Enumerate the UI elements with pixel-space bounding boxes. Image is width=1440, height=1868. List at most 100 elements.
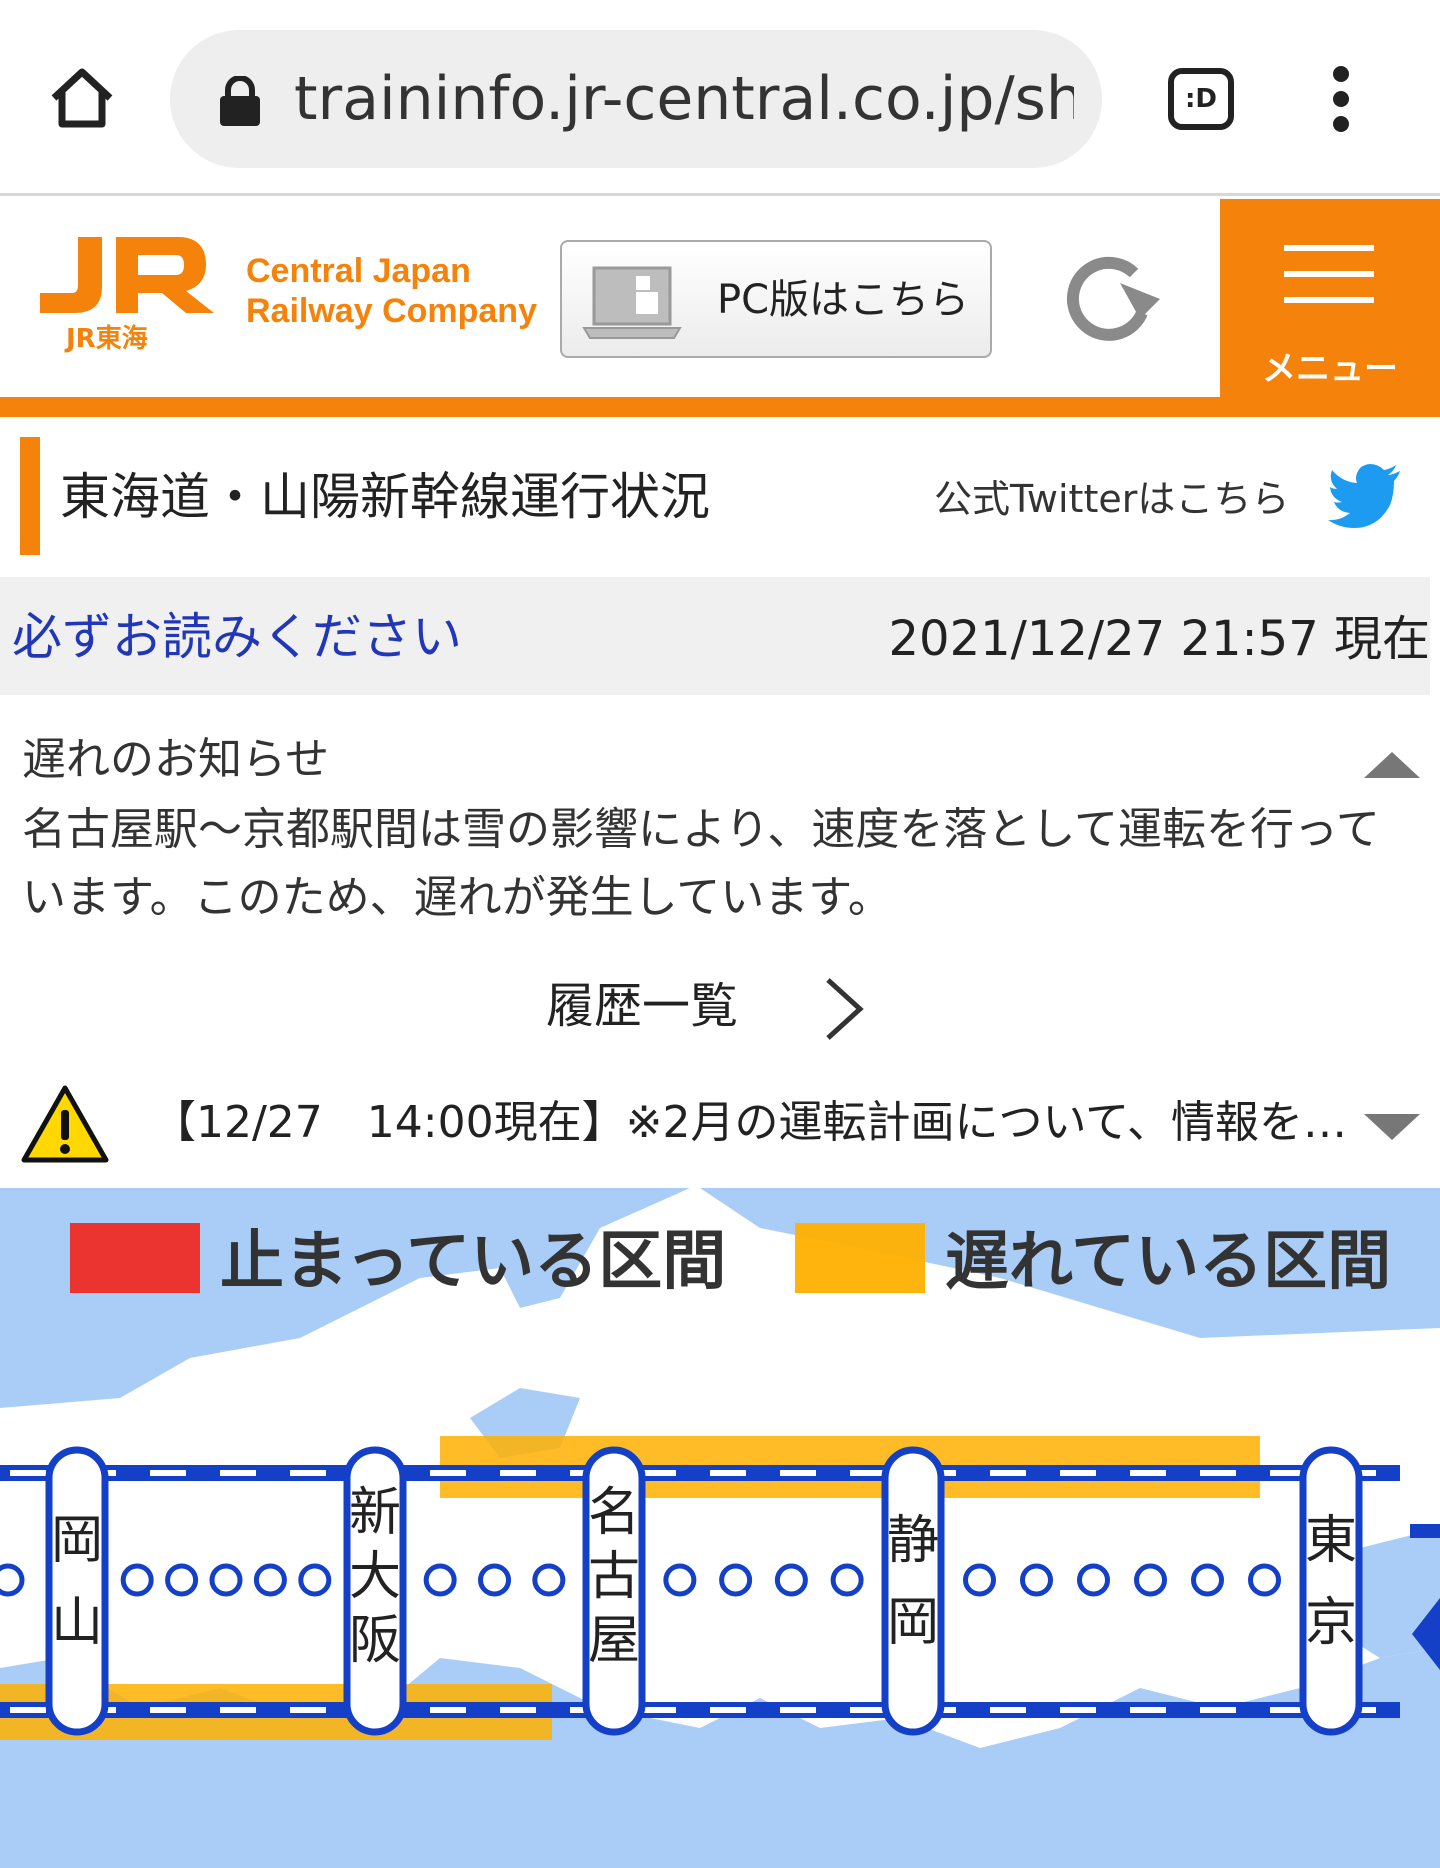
intermediate-stop bbox=[830, 1563, 864, 1597]
twitter-link[interactable]: 公式Twitterはこちら bbox=[934, 471, 1289, 527]
intermediate-stop bbox=[1248, 1563, 1281, 1597]
site-header: JR東海 Central Japan Railway Company PC版はこ… bbox=[0, 199, 1440, 417]
twitter-bird-icon[interactable] bbox=[1328, 463, 1402, 529]
track-dash bbox=[290, 1470, 326, 1476]
intermediate-stop bbox=[963, 1563, 996, 1597]
station-name-char: 古 bbox=[588, 1547, 640, 1607]
station-name-char: 屋 bbox=[588, 1611, 640, 1671]
lock-icon bbox=[220, 76, 260, 126]
must-read-link[interactable]: 必ずお読みください bbox=[12, 607, 462, 667]
station-marker bbox=[1299, 1446, 1363, 1736]
track-dash bbox=[640, 1707, 676, 1713]
update-timestamp: 2021/12/27 21:57 現在 bbox=[888, 611, 1430, 667]
pc-version-button[interactable]: PC版はこちら bbox=[560, 240, 992, 358]
track-dash bbox=[430, 1707, 466, 1713]
station-3: 名古屋 bbox=[582, 1446, 646, 1736]
delay-notice-title: 遅れのお知らせ bbox=[22, 734, 330, 785]
track-extension bbox=[1410, 1524, 1440, 1538]
station-name-char: 山 bbox=[51, 1593, 103, 1653]
track-dash bbox=[710, 1470, 746, 1476]
track-dash bbox=[990, 1707, 1026, 1713]
reload-icon[interactable] bbox=[1058, 253, 1162, 347]
track-dash bbox=[1060, 1470, 1096, 1476]
title-accent-bar bbox=[20, 437, 40, 555]
company-name: Central Japan Railway Company bbox=[246, 251, 537, 331]
station-name-char: 東 bbox=[1305, 1511, 1357, 1571]
station-name-char: 阪 bbox=[349, 1611, 401, 1671]
tab-switcher-button[interactable]: :D bbox=[1168, 68, 1234, 130]
home-icon[interactable] bbox=[46, 62, 118, 134]
track-dash bbox=[850, 1470, 886, 1476]
station-name-char: 大 bbox=[349, 1547, 401, 1607]
route-map-svg: 止まっている区間 遅れている区間 岡山新大阪名古屋静岡東京 bbox=[0, 1188, 1440, 1868]
company-name-line1: Central Japan bbox=[246, 252, 471, 290]
url-text[interactable]: traininfo.jr-central.co.jp/shinkansen/sp… bbox=[294, 60, 1074, 138]
jr-logo-icon: JR東海 bbox=[40, 237, 214, 354]
track-dash bbox=[290, 1707, 326, 1713]
legend-swatch bbox=[70, 1223, 200, 1293]
intermediate-stop bbox=[209, 1563, 243, 1597]
track-lower bbox=[0, 1702, 1400, 1718]
menu-button[interactable]: メニュー bbox=[1220, 199, 1440, 397]
intermediate-stop bbox=[1134, 1563, 1167, 1597]
track-dash bbox=[10, 1470, 46, 1476]
alert-row[interactable]: 【12/27 14:00現在】※2月の運転計画について、情報を… bbox=[0, 1076, 1440, 1176]
track-dash bbox=[430, 1470, 466, 1476]
menu-label: メニュー bbox=[1262, 349, 1398, 389]
legend-label: 遅れている区間 bbox=[945, 1225, 1391, 1299]
track-upper bbox=[0, 1465, 1400, 1481]
track-dash bbox=[850, 1707, 886, 1713]
intermediate-stop bbox=[663, 1563, 697, 1597]
intermediate-stop bbox=[0, 1563, 25, 1597]
track-dash bbox=[1060, 1707, 1096, 1713]
intermediate-stop bbox=[120, 1563, 154, 1597]
track-dash bbox=[780, 1470, 816, 1476]
intermediate-stop bbox=[165, 1563, 199, 1597]
collapse-triangle-icon[interactable] bbox=[1364, 750, 1420, 780]
expand-triangle-icon[interactable] bbox=[1364, 1112, 1420, 1142]
chevron-right-icon[interactable] bbox=[824, 976, 866, 1042]
station-2: 新大阪 bbox=[343, 1446, 407, 1736]
more-options-icon[interactable] bbox=[1326, 66, 1356, 136]
laptop-icon bbox=[582, 266, 682, 339]
pc-button-label: PC版はこちら bbox=[717, 277, 970, 323]
intermediate-stop bbox=[423, 1563, 457, 1597]
history-list-link[interactable]: 履歴一覧 bbox=[546, 976, 738, 1036]
track-dash bbox=[710, 1707, 746, 1713]
track-dash bbox=[10, 1707, 46, 1713]
svg-text:JR東海: JR東海 bbox=[64, 324, 148, 354]
station-1: 岡山 bbox=[45, 1446, 109, 1736]
track-dash bbox=[990, 1470, 1026, 1476]
station-4: 静岡 bbox=[881, 1446, 945, 1736]
intermediate-stop bbox=[719, 1563, 753, 1597]
track-dash bbox=[220, 1470, 256, 1476]
station-name-char: 岡 bbox=[887, 1593, 939, 1653]
intermediate-stop bbox=[532, 1563, 566, 1597]
intermediate-stop bbox=[774, 1563, 808, 1597]
track-dash bbox=[780, 1707, 816, 1713]
track-dash bbox=[500, 1707, 536, 1713]
address-bar[interactable]: traininfo.jr-central.co.jp/shinkansen/sp… bbox=[170, 30, 1102, 168]
intermediate-stop bbox=[1191, 1563, 1224, 1597]
station-5: 東京 bbox=[1299, 1446, 1363, 1736]
track-dash bbox=[150, 1470, 186, 1476]
track-dash bbox=[1200, 1470, 1236, 1476]
intermediate-stop bbox=[478, 1563, 511, 1597]
delay-notice-body: 名古屋駅〜京都駅間は雪の影響により、速度を落として運転を行っています。このため、… bbox=[22, 804, 1380, 923]
track-dash bbox=[150, 1707, 186, 1713]
browser-toolbar: traininfo.jr-central.co.jp/shinkansen/sp… bbox=[0, 0, 1440, 196]
station-name-char: 名 bbox=[588, 1483, 640, 1543]
alert-text[interactable]: 【12/27 14:00現在】※2月の運転計画について、情報を… bbox=[152, 1092, 1347, 1154]
intermediate-stop bbox=[1020, 1563, 1053, 1597]
warning-icon bbox=[21, 1085, 109, 1163]
notice-bar: 必ずお読みください 2021/12/27 21:57 現在 bbox=[0, 577, 1430, 695]
track-dash bbox=[500, 1470, 536, 1476]
company-name-line2: Railway Company bbox=[246, 292, 537, 330]
station-marker bbox=[881, 1446, 945, 1736]
track-dash bbox=[640, 1470, 676, 1476]
delay-notice: 遅れのお知らせ 名古屋駅〜京都駅間は雪の影響により、速度を落として運転を行ってい… bbox=[0, 720, 1440, 940]
station-name-char: 新 bbox=[349, 1483, 401, 1543]
page-title-row: 東海道・山陽新幹線運行状況 公式Twitterはこちら bbox=[0, 437, 1440, 575]
page-title: 東海道・山陽新幹線運行状況 bbox=[60, 468, 710, 526]
jr-central-logo[interactable]: JR東海 bbox=[38, 235, 216, 355]
